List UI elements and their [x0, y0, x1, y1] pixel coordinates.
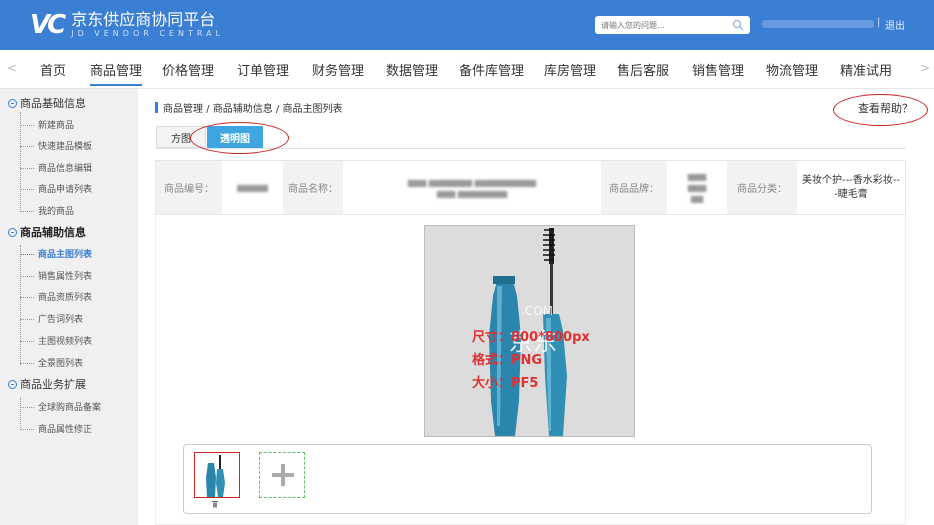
- sidebar-item-qualifications[interactable]: 商品资质列表: [20, 290, 92, 303]
- sidebar-item-sales-attributes[interactable]: 销售属性列表: [20, 269, 92, 282]
- logo-subtitle: JD VENDOR CENTRAL: [71, 29, 225, 38]
- product-name-value: ▆▆▆ ▆▆▆▆▆▆▆ ▆▆▆▆▆▆▆▆▆▆ ▆▆▆ ▆▆▆▆▆▆▆▆: [343, 161, 601, 214]
- sidebar-item-main-video[interactable]: 主图视频列表: [20, 334, 92, 347]
- product-code-label: 商品编号：: [156, 161, 222, 214]
- nav-item-logistics[interactable]: 物流管理: [766, 60, 818, 79]
- sidebar-item-quick-template[interactable]: 快速建品模板: [20, 139, 92, 152]
- product-name-label: 商品名称：: [283, 161, 343, 214]
- nav-item-order-management[interactable]: 订单管理: [237, 60, 289, 79]
- collapse-icon: [8, 379, 17, 389]
- breadcrumb: 商品管理 / 商品辅助信息 / 商品主图列表: [155, 100, 342, 115]
- spec-size-text: 尺寸：800*800px: [472, 330, 590, 345]
- nav-item-after-sales[interactable]: 售后客服: [617, 60, 669, 79]
- sidebar-group-business-ext[interactable]: 商品业务扩展: [8, 376, 86, 392]
- collapse-icon: [8, 227, 17, 237]
- nav-item-warehouse[interactable]: 库房管理: [544, 60, 596, 79]
- logo-title: 京东供应商协同平台: [71, 10, 216, 29]
- logout-link[interactable]: 退出: [885, 17, 905, 32]
- spec-filesize-text: 大小：PF5: [472, 376, 539, 391]
- header-separator: |: [877, 17, 881, 28]
- sidebar-group-label: 商品业务扩展: [20, 378, 86, 391]
- nav-item-spare-parts[interactable]: 备件库管理: [459, 60, 524, 79]
- search-box: [595, 16, 750, 34]
- sidebar-item-ad-words[interactable]: 广告词列表: [20, 312, 83, 325]
- spec-format-text: 格式：PNG: [472, 353, 543, 368]
- thumbnail-image[interactable]: [194, 452, 240, 498]
- sidebar-item-apply-list[interactable]: 商品申请列表: [20, 182, 92, 195]
- thumbnail-mascara: [206, 455, 225, 497]
- nav-item-product-management[interactable]: 商品管理: [90, 60, 143, 86]
- watermark-domain: .COM: [521, 304, 553, 318]
- nav-item-home[interactable]: 首页: [40, 60, 66, 79]
- product-category-label: 商品分类：: [727, 161, 797, 214]
- sidebar-item-product-edit[interactable]: 商品信息编辑: [20, 161, 92, 174]
- breadcrumb-text: 商品管理 / 商品辅助信息 / 商品主图列表: [163, 104, 343, 115]
- sidebar-item-main-image-list[interactable]: 商品主图列表: [20, 247, 92, 260]
- sidebar-group-label: 商品基础信息: [20, 97, 86, 110]
- logo-text: 京东供应商协同平台 JD VENDOR CENTRAL: [71, 11, 224, 39]
- user-account-info[interactable]: [762, 20, 874, 28]
- product-brand-value: ▆▆▆ ▆▆▆ ▆▆: [667, 161, 727, 214]
- sidebar-group-aux-info[interactable]: 商品辅助信息: [8, 224, 86, 240]
- product-category-value: 美妆个护---香水彩妆---睫毛膏: [801, 174, 901, 200]
- search-icon[interactable]: [732, 19, 744, 31]
- search-input[interactable]: [595, 16, 726, 34]
- breadcrumb-marker: [155, 102, 158, 113]
- sidebar-item-global-purchase[interactable]: 全球购商品备案: [20, 400, 101, 413]
- nav-item-finance-management[interactable]: 财务管理: [312, 60, 364, 79]
- nav-scroll-right-icon[interactable]: >: [920, 61, 930, 75]
- sidebar-item-new-product[interactable]: 新建商品: [20, 118, 74, 131]
- top-header: VC 京东供应商协同平台 JD VENDOR CENTRAL | 退出: [0, 0, 934, 50]
- add-image-button[interactable]: [259, 452, 305, 498]
- annotation-circle: [833, 94, 928, 126]
- collapse-icon: [8, 98, 17, 108]
- sidebar-item-my-products[interactable]: 我的商品: [20, 204, 74, 217]
- nav-item-price-management[interactable]: 价格管理: [162, 60, 214, 79]
- main-product-image: 京东 .COM 尺寸：800*800px 格式：PNG 大小：PF5: [424, 225, 635, 437]
- delete-icon[interactable]: [211, 500, 219, 508]
- nav-item-sales[interactable]: 销售管理: [692, 60, 744, 79]
- tree-line: [20, 245, 21, 365]
- sidebar-group-label: 商品辅助信息: [20, 226, 86, 239]
- nav-scroll-left-icon[interactable]: <: [7, 61, 17, 75]
- main-nav: < 首页 商品管理 价格管理 订单管理 财务管理 数据管理 备件库管理 库房管理…: [0, 50, 934, 89]
- nav-item-trial[interactable]: 精准试用: [840, 60, 892, 79]
- product-brand-label: 商品品牌：: [601, 161, 667, 214]
- annotation-circle: [190, 122, 289, 154]
- sidebar-group-basic-info[interactable]: 商品基础信息: [8, 95, 86, 111]
- logo-mark: VC: [30, 10, 66, 40]
- sidebar-item-attribute-fix[interactable]: 商品属性修正: [20, 422, 92, 435]
- product-info-table: 商品编号： ▆▆▆▆▆ 商品名称： ▆▆▆ ▆▆▆▆▆▆▆ ▆▆▆▆▆▆▆▆▆▆…: [155, 160, 906, 215]
- vc-logo[interactable]: VC 京东供应商协同平台 JD VENDOR CENTRAL: [30, 8, 224, 42]
- nav-item-data-management[interactable]: 数据管理: [386, 60, 438, 79]
- sidebar-item-panorama[interactable]: 全景图列表: [20, 356, 83, 369]
- product-code-value: ▆▆▆▆▆: [222, 161, 283, 214]
